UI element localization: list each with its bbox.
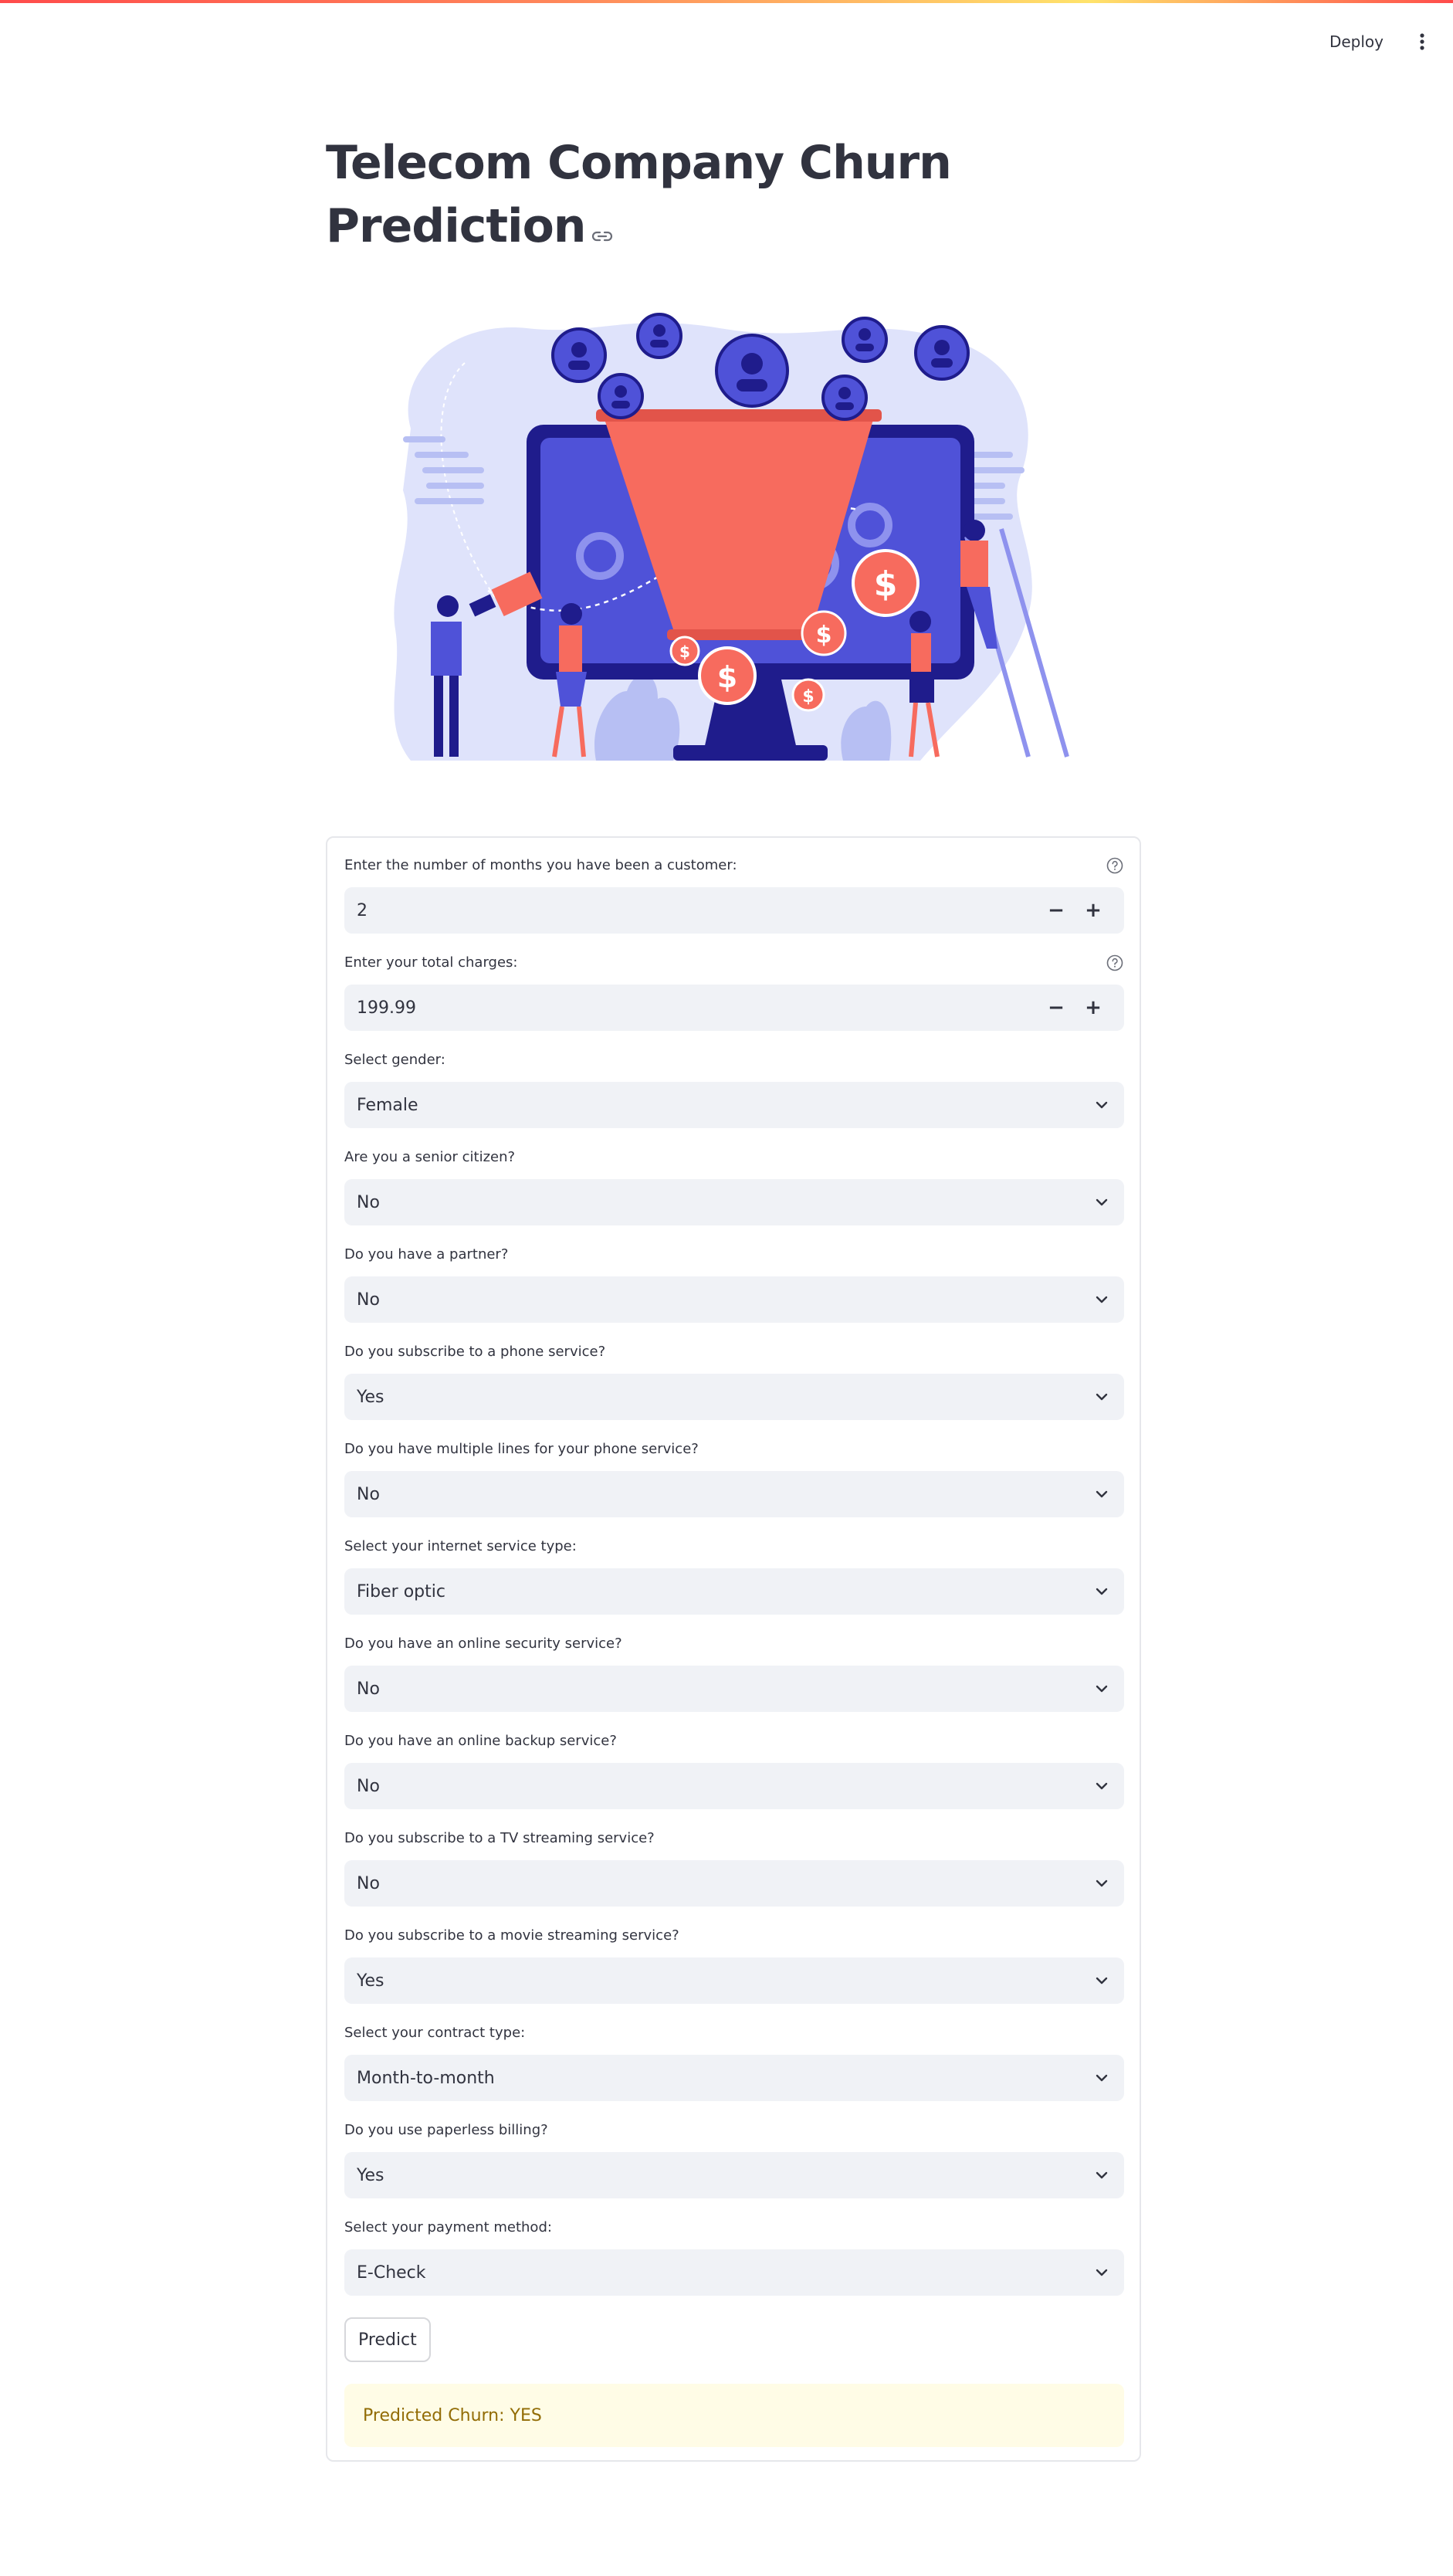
phone-select[interactable]: Yes [344,1374,1124,1420]
senior-label: Are you a senior citizen? [344,1149,516,1165]
senior-field: Are you a senior citizen? No [344,1147,1124,1225]
total-charges-decrement-button[interactable]: − [1038,985,1075,1031]
multiple-lines-field: Do you have multiple lines for your phon… [344,1439,1124,1517]
internet-select[interactable]: Fiber optic [344,1568,1124,1615]
movies-selected-value: Yes [357,1971,384,1991]
phone-field: Do you subscribe to a phone service? Yes [344,1341,1124,1420]
total-charges-label: Enter your total charges: [344,954,518,971]
tv-selected-value: No [357,1873,380,1893]
total-charges-number-input[interactable]: 199.99 − + [344,985,1124,1031]
question-circle-icon[interactable] [1106,856,1124,875]
prediction-result-alert: Predicted Churn: YES [344,2384,1124,2447]
chevron-down-icon [1092,1290,1112,1310]
internet-selected-value: Fiber optic [357,1581,445,1602]
prediction-result-text: Predicted Churn: YES [363,2405,542,2425]
multiple-lines-select[interactable]: No [344,1471,1124,1517]
internet-field: Select your internet service type: Fiber… [344,1536,1124,1615]
payment-select[interactable]: E-Check [344,2249,1124,2296]
chevron-down-icon [1092,1971,1112,1991]
paperless-select[interactable]: Yes [344,2152,1124,2198]
chevron-down-icon [1092,1192,1112,1212]
gender-select[interactable]: Female [344,1082,1124,1128]
prediction-form: Enter the number of months you have been… [326,836,1141,2462]
deploy-button[interactable]: Deploy [1319,25,1394,59]
tenure-increment-button[interactable]: + [1075,887,1112,934]
chevron-down-icon [1092,2165,1112,2185]
contract-field: Select your contract type: Month-to-mont… [344,2022,1124,2101]
senior-select[interactable]: No [344,1179,1124,1225]
partner-selected-value: No [357,1290,380,1310]
chevron-down-icon [1092,2262,1112,2283]
tv-field: Do you subscribe to a TV streaming servi… [344,1828,1124,1907]
security-select[interactable]: No [344,1666,1124,1712]
chevron-down-icon [1092,1095,1112,1115]
churn-funnel-illustration: $ $ $ $ $ [380,305,1090,784]
page-title-text: Telecom Company Churn Prediction [326,136,952,253]
chevron-down-icon [1092,1873,1112,1893]
gender-selected-value: Female [357,1095,418,1115]
paperless-field: Do you use paperless billing? Yes [344,2120,1124,2198]
total-charges-field: Enter your total charges: 199.99 − + [344,952,1124,1031]
total-charges-value[interactable]: 199.99 [357,998,1038,1018]
predict-button[interactable]: Predict [344,2317,431,2362]
multiple-lines-selected-value: No [357,1484,380,1504]
backup-select[interactable]: No [344,1763,1124,1809]
total-charges-increment-button[interactable]: + [1075,985,1112,1031]
internet-label: Select your internet service type: [344,1538,577,1554]
multiple-lines-label: Do you have multiple lines for your phon… [344,1441,699,1457]
tenure-number-input[interactable]: 2 − + [344,887,1124,934]
security-field: Do you have an online security service? … [344,1633,1124,1712]
vertical-dots-icon[interactable] [1408,28,1436,56]
security-selected-value: No [357,1679,380,1699]
tenure-decrement-button[interactable]: − [1038,887,1075,934]
chevron-down-icon [1092,1679,1112,1699]
svg-text:$: $ [802,687,814,707]
phone-selected-value: Yes [357,1387,384,1407]
senior-selected-value: No [357,1192,380,1212]
gender-field: Select gender: Female [344,1049,1124,1128]
app-toolbar: Deploy [1319,20,1436,63]
gender-label: Select gender: [344,1052,445,1068]
backup-field: Do you have an online backup service? No [344,1730,1124,1809]
svg-text:$: $ [717,660,737,694]
page-title: Telecom Company Churn Prediction [326,131,1021,260]
payment-field: Select your payment method: E-Check [344,2217,1124,2296]
chevron-down-icon [1092,1484,1112,1504]
tv-label: Do you subscribe to a TV streaming servi… [344,1830,655,1846]
tenure-field: Enter the number of months you have been… [344,855,1124,934]
backup-label: Do you have an online backup service? [344,1733,617,1749]
phone-label: Do you subscribe to a phone service? [344,1344,606,1360]
chevron-down-icon [1092,1776,1112,1796]
movies-select[interactable]: Yes [344,1957,1124,2004]
movies-label: Do you subscribe to a movie streaming se… [344,1927,679,1944]
svg-text:$: $ [816,622,832,649]
contract-select[interactable]: Month-to-month [344,2055,1124,2101]
link-icon[interactable] [591,197,614,260]
question-circle-icon[interactable] [1106,954,1124,972]
partner-select[interactable]: No [344,1276,1124,1323]
movies-field: Do you subscribe to a movie streaming se… [344,1925,1124,2004]
tv-select[interactable]: No [344,1860,1124,1907]
paperless-label: Do you use paperless billing? [344,2122,548,2138]
contract-label: Select your contract type: [344,2025,526,2041]
svg-text:$: $ [679,642,690,661]
contract-selected-value: Month-to-month [357,2068,495,2088]
backup-selected-value: No [357,1776,380,1796]
security-label: Do you have an online security service? [344,1635,622,1652]
chevron-down-icon [1092,2068,1112,2088]
payment-label: Select your payment method: [344,2219,552,2235]
partner-field: Do you have a partner? No [344,1244,1124,1323]
paperless-selected-value: Yes [357,2165,384,2185]
partner-label: Do you have a partner? [344,1246,509,1263]
payment-selected-value: E-Check [357,2262,426,2283]
svg-text:$: $ [874,564,898,604]
chevron-down-icon [1092,1581,1112,1602]
tenure-label: Enter the number of months you have been… [344,857,737,873]
tenure-value[interactable]: 2 [357,901,1038,920]
top-decoration-bar [0,0,1453,3]
chevron-down-icon [1092,1387,1112,1407]
